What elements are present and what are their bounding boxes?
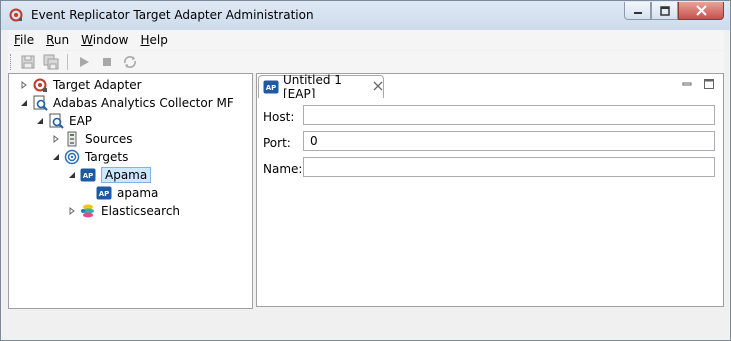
collapsed-arrow-icon[interactable] [67, 206, 77, 216]
minimize-view-button[interactable] [681, 78, 693, 93]
editor-pane: AP Untitled 1 [EAP] Host: Port: N [256, 73, 724, 307]
tree-item-label: apama [117, 186, 159, 200]
name-field[interactable] [303, 157, 715, 177]
eap-icon [48, 113, 64, 129]
tree-item-targets[interactable]: Targets [51, 148, 128, 166]
minimize-button[interactable] [624, 2, 651, 20]
tree-item-collector[interactable]: Adabas Analytics Collector MF [19, 94, 234, 112]
stop-button[interactable] [97, 53, 117, 71]
expanded-arrow-icon[interactable] [51, 152, 61, 162]
tree-item-elasticsearch[interactable]: Elasticsearch [67, 202, 180, 220]
refresh-icon [124, 56, 136, 68]
save-all-button[interactable] [41, 53, 61, 71]
stop-icon [103, 58, 111, 66]
tree-item-label: EAP [69, 114, 93, 128]
menu-file[interactable]: File [8, 33, 40, 47]
view-controls [681, 78, 715, 93]
app-window: Event Replicator Target Adapter Administ… [0, 0, 731, 341]
tree-item-label: Sources [85, 132, 133, 146]
collapsed-arrow-icon[interactable] [19, 80, 29, 90]
save-all-icon [43, 54, 59, 70]
collector-icon [32, 95, 48, 111]
elasticsearch-icon [80, 203, 96, 219]
tree-item-label: Targets [85, 150, 129, 164]
apama-icon: AP [96, 185, 112, 201]
run-button[interactable] [74, 53, 94, 71]
toolbar-grip[interactable] [10, 54, 14, 70]
targets-icon [64, 149, 80, 165]
tree-item-eap[interactable]: EAP [35, 112, 92, 130]
maximize-icon [659, 5, 670, 16]
sources-icon [64, 131, 80, 147]
save-button[interactable] [18, 53, 38, 71]
apama-icon: AP [263, 79, 279, 95]
svg-text:AP: AP [266, 84, 277, 92]
tree-item-sources[interactable]: Sources [51, 130, 132, 148]
expanded-arrow-icon[interactable] [19, 98, 29, 108]
apama-icon: AP [80, 167, 96, 183]
collapsed-arrow-icon[interactable] [51, 134, 61, 144]
maximize-icon [704, 79, 714, 89]
toolbar-separator [67, 54, 68, 70]
target-form: Host: Port: Name: [257, 98, 723, 306]
expanded-arrow-icon[interactable] [67, 170, 77, 180]
tree-item-apama[interactable]: AP Apama [67, 166, 152, 184]
svg-text:AP: AP [99, 190, 110, 198]
maximize-view-button[interactable] [703, 78, 715, 93]
target-adapter-icon [9, 8, 23, 22]
window-controls [624, 2, 724, 20]
save-icon [21, 55, 35, 69]
tree-item-label: Target Adapter [53, 78, 142, 92]
maximize-button[interactable] [651, 2, 678, 20]
target-adapter-icon [32, 77, 48, 93]
expanded-arrow-icon[interactable] [35, 116, 45, 126]
navigator-tree[interactable]: Target Adapter Adabas Analytics Collecto… [8, 73, 253, 309]
window-title: Event Replicator Target Adapter Administ… [31, 8, 314, 22]
menu-bar: File Run Window Help [8, 30, 724, 50]
play-icon [80, 57, 89, 67]
tree-item-apama-instance[interactable]: AP apama [96, 184, 158, 202]
tree-item-label: Elasticsearch [101, 204, 181, 218]
port-label: Port: [263, 136, 291, 150]
name-label: Name: [263, 162, 303, 176]
tab-untitled-1[interactable]: AP Untitled 1 [EAP] [258, 73, 384, 101]
title-bar[interactable]: Event Replicator Target Adapter Administ… [1, 1, 730, 30]
host-field[interactable] [303, 105, 715, 125]
close-button[interactable] [678, 2, 724, 20]
tab-title: Untitled 1 [EAP] [283, 73, 342, 101]
editor-tab-strip: AP Untitled 1 [EAP] [257, 73, 723, 101]
minimize-icon [682, 82, 692, 86]
tree-item-label: Apama [101, 167, 152, 183]
svg-text:AP: AP [83, 172, 94, 180]
port-field[interactable] [303, 131, 715, 151]
close-icon [695, 5, 707, 16]
refresh-button[interactable] [120, 53, 140, 71]
host-label: Host: [263, 110, 295, 124]
toolbar [8, 51, 724, 73]
tree-item-label: Adabas Analytics Collector MF [53, 96, 234, 110]
menu-window[interactable]: Window [75, 33, 134, 47]
menu-help[interactable]: Help [134, 33, 173, 47]
minimize-icon [633, 11, 642, 14]
tree-item-target-adapter[interactable]: Target Adapter [19, 76, 142, 94]
tab-close-icon[interactable] [373, 81, 383, 94]
menu-run[interactable]: Run [40, 33, 75, 47]
status-bar [8, 310, 724, 334]
